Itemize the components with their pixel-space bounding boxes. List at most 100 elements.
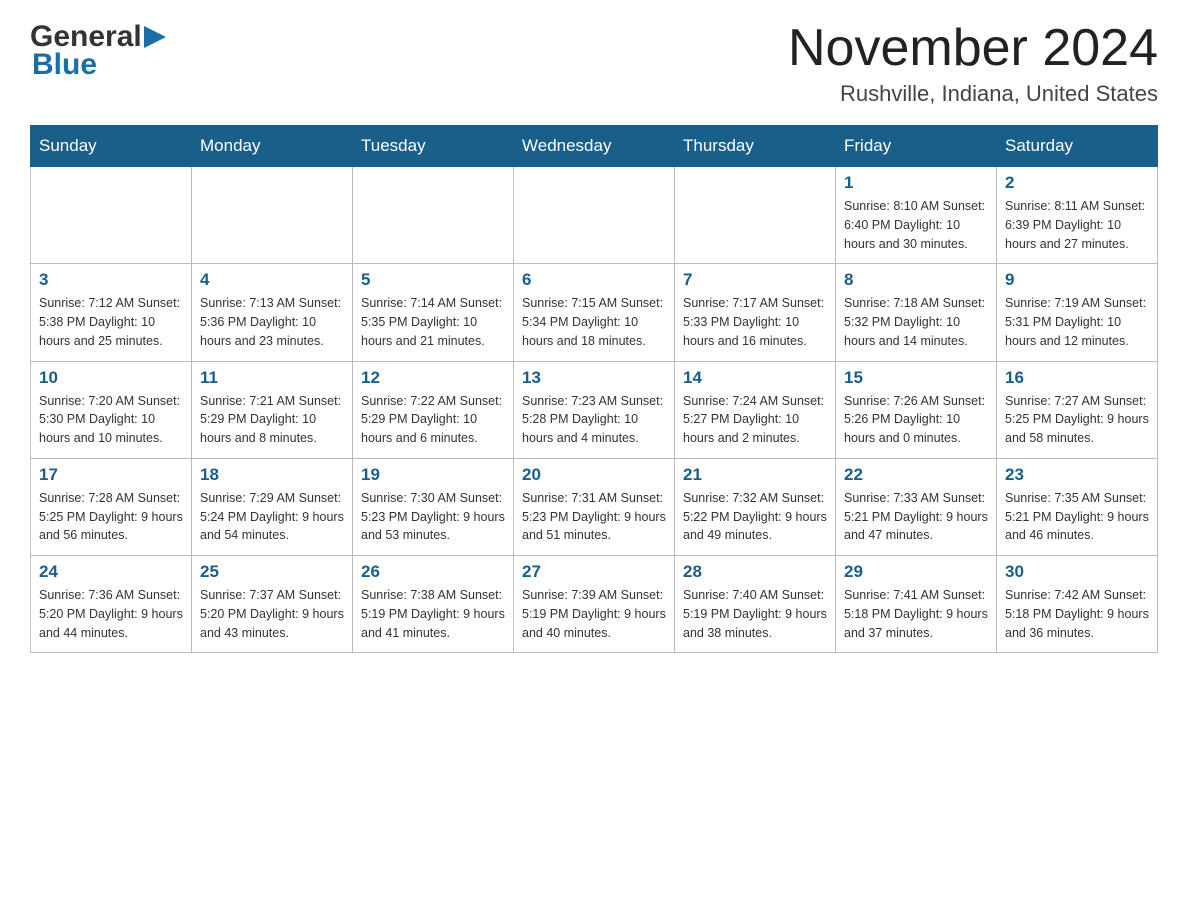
- calendar-cell: 5 Sunrise: 7:14 AM Sunset: 5:35 PM Daylig…: [353, 264, 514, 361]
- calendar-cell: 29 Sunrise: 7:41 AM Sunset: 5:18 PM Dayli…: [836, 556, 997, 653]
- day-number: 12: [361, 368, 505, 388]
- day-info: Sunrise: 8:10 AM Sunset: 6:40 PM Dayligh…: [844, 197, 988, 253]
- day-info: Sunrise: 7:31 AM Sunset: 5:23 PM Dayligh…: [522, 489, 666, 545]
- day-number: 1: [844, 173, 988, 193]
- day-number: 6: [522, 270, 666, 290]
- day-number: 4: [200, 270, 344, 290]
- week-row-1: 1 Sunrise: 8:10 AM Sunset: 6:40 PM Daylig…: [31, 167, 1158, 264]
- calendar-cell: [192, 167, 353, 264]
- day-number: 28: [683, 562, 827, 582]
- col-saturday: Saturday: [997, 126, 1158, 167]
- calendar-cell: 17 Sunrise: 7:28 AM Sunset: 5:25 PM Dayli…: [31, 458, 192, 555]
- day-info: Sunrise: 7:20 AM Sunset: 5:30 PM Dayligh…: [39, 392, 183, 448]
- calendar-cell: 10 Sunrise: 7:20 AM Sunset: 5:30 PM Dayli…: [31, 361, 192, 458]
- calendar-cell: 22 Sunrise: 7:33 AM Sunset: 5:21 PM Dayli…: [836, 458, 997, 555]
- calendar-cell: 27Sunrise: 7:39 AM Sunset: 5:19 PM Dayli…: [514, 556, 675, 653]
- day-number: 19: [361, 465, 505, 485]
- col-friday: Friday: [836, 126, 997, 167]
- week-row-4: 17 Sunrise: 7:28 AM Sunset: 5:25 PM Dayli…: [31, 458, 1158, 555]
- calendar-cell: 7 Sunrise: 7:17 AM Sunset: 5:33 PM Daylig…: [675, 264, 836, 361]
- month-title: November 2024: [788, 20, 1158, 77]
- day-info: Sunrise: 7:39 AM Sunset: 5:19 PM Dayligh…: [522, 586, 666, 642]
- day-info: Sunrise: 7:28 AM Sunset: 5:25 PM Dayligh…: [39, 489, 183, 545]
- calendar-cell: 28 Sunrise: 7:40 AM Sunset: 5:19 PM Dayli…: [675, 556, 836, 653]
- day-number: 16: [1005, 368, 1149, 388]
- day-number: 18: [200, 465, 344, 485]
- calendar-cell: 15Sunrise: 7:26 AM Sunset: 5:26 PM Dayli…: [836, 361, 997, 458]
- calendar-cell: 25 Sunrise: 7:37 AM Sunset: 5:20 PM Dayli…: [192, 556, 353, 653]
- day-number: 5: [361, 270, 505, 290]
- col-thursday: Thursday: [675, 126, 836, 167]
- day-info: Sunrise: 7:32 AM Sunset: 5:22 PM Dayligh…: [683, 489, 827, 545]
- calendar-cell: 21Sunrise: 7:32 AM Sunset: 5:22 PM Dayli…: [675, 458, 836, 555]
- day-number: 25: [200, 562, 344, 582]
- day-info: Sunrise: 7:33 AM Sunset: 5:21 PM Dayligh…: [844, 489, 988, 545]
- calendar-cell: [31, 167, 192, 264]
- calendar-cell: [353, 167, 514, 264]
- day-info: Sunrise: 7:19 AM Sunset: 5:31 PM Dayligh…: [1005, 294, 1149, 350]
- day-number: 24: [39, 562, 183, 582]
- day-info: Sunrise: 7:41 AM Sunset: 5:18 PM Dayligh…: [844, 586, 988, 642]
- calendar-cell: [514, 167, 675, 264]
- calendar-cell: 30 Sunrise: 7:42 AM Sunset: 5:18 PM Dayli…: [997, 556, 1158, 653]
- page-header: General Blue November 2024 Rushville, In…: [30, 20, 1158, 107]
- calendar-cell: 1 Sunrise: 8:10 AM Sunset: 6:40 PM Daylig…: [836, 167, 997, 264]
- day-info: Sunrise: 7:23 AM Sunset: 5:28 PM Dayligh…: [522, 392, 666, 448]
- day-number: 9: [1005, 270, 1149, 290]
- week-row-2: 3 Sunrise: 7:12 AM Sunset: 5:38 PM Daylig…: [31, 264, 1158, 361]
- day-number: 29: [844, 562, 988, 582]
- calendar-cell: 14 Sunrise: 7:24 AM Sunset: 5:27 PM Dayli…: [675, 361, 836, 458]
- day-number: 3: [39, 270, 183, 290]
- day-info: Sunrise: 7:24 AM Sunset: 5:27 PM Dayligh…: [683, 392, 827, 448]
- calendar-cell: 18 Sunrise: 7:29 AM Sunset: 5:24 PM Dayli…: [192, 458, 353, 555]
- calendar-cell: 2 Sunrise: 8:11 AM Sunset: 6:39 PM Daylig…: [997, 167, 1158, 264]
- logo: General Blue: [30, 20, 168, 82]
- col-monday: Monday: [192, 126, 353, 167]
- week-row-3: 10 Sunrise: 7:20 AM Sunset: 5:30 PM Dayli…: [31, 361, 1158, 458]
- calendar-cell: 9 Sunrise: 7:19 AM Sunset: 5:31 PM Daylig…: [997, 264, 1158, 361]
- logo-arrow-icon: [144, 26, 166, 48]
- day-info: Sunrise: 7:18 AM Sunset: 5:32 PM Dayligh…: [844, 294, 988, 350]
- day-info: Sunrise: 7:42 AM Sunset: 5:18 PM Dayligh…: [1005, 586, 1149, 642]
- day-number: 26: [361, 562, 505, 582]
- calendar-cell: 16 Sunrise: 7:27 AM Sunset: 5:25 PM Dayli…: [997, 361, 1158, 458]
- day-number: 10: [39, 368, 183, 388]
- day-info: Sunrise: 7:38 AM Sunset: 5:19 PM Dayligh…: [361, 586, 505, 642]
- title-area: November 2024 Rushville, Indiana, United…: [788, 20, 1158, 107]
- calendar-cell: 13Sunrise: 7:23 AM Sunset: 5:28 PM Dayli…: [514, 361, 675, 458]
- calendar-cell: [675, 167, 836, 264]
- day-number: 22: [844, 465, 988, 485]
- day-number: 11: [200, 368, 344, 388]
- day-info: Sunrise: 7:14 AM Sunset: 5:35 PM Dayligh…: [361, 294, 505, 350]
- day-info: Sunrise: 7:37 AM Sunset: 5:20 PM Dayligh…: [200, 586, 344, 642]
- day-info: Sunrise: 7:21 AM Sunset: 5:29 PM Dayligh…: [200, 392, 344, 448]
- days-of-week-row: Sunday Monday Tuesday Wednesday Thursday…: [31, 126, 1158, 167]
- day-number: 2: [1005, 173, 1149, 193]
- calendar-cell: 11 Sunrise: 7:21 AM Sunset: 5:29 PM Dayli…: [192, 361, 353, 458]
- location-subtitle: Rushville, Indiana, United States: [788, 81, 1158, 107]
- day-info: Sunrise: 7:29 AM Sunset: 5:24 PM Dayligh…: [200, 489, 344, 545]
- calendar-cell: 3 Sunrise: 7:12 AM Sunset: 5:38 PM Daylig…: [31, 264, 192, 361]
- calendar-cell: 23Sunrise: 7:35 AM Sunset: 5:21 PM Dayli…: [997, 458, 1158, 555]
- day-info: Sunrise: 7:17 AM Sunset: 5:33 PM Dayligh…: [683, 294, 827, 350]
- day-info: Sunrise: 7:12 AM Sunset: 5:38 PM Dayligh…: [39, 294, 183, 350]
- day-info: Sunrise: 7:40 AM Sunset: 5:19 PM Dayligh…: [683, 586, 827, 642]
- day-info: Sunrise: 7:13 AM Sunset: 5:36 PM Dayligh…: [200, 294, 344, 350]
- day-info: Sunrise: 7:22 AM Sunset: 5:29 PM Dayligh…: [361, 392, 505, 448]
- day-number: 30: [1005, 562, 1149, 582]
- day-info: Sunrise: 8:11 AM Sunset: 6:39 PM Dayligh…: [1005, 197, 1149, 253]
- day-number: 17: [39, 465, 183, 485]
- calendar-cell: 20 Sunrise: 7:31 AM Sunset: 5:23 PM Dayli…: [514, 458, 675, 555]
- calendar-cell: 8Sunrise: 7:18 AM Sunset: 5:32 PM Daylig…: [836, 264, 997, 361]
- day-number: 23: [1005, 465, 1149, 485]
- day-info: Sunrise: 7:27 AM Sunset: 5:25 PM Dayligh…: [1005, 392, 1149, 448]
- calendar-cell: 26 Sunrise: 7:38 AM Sunset: 5:19 PM Dayli…: [353, 556, 514, 653]
- day-info: Sunrise: 7:36 AM Sunset: 5:20 PM Dayligh…: [39, 586, 183, 642]
- day-number: 14: [683, 368, 827, 388]
- day-info: Sunrise: 7:30 AM Sunset: 5:23 PM Dayligh…: [361, 489, 505, 545]
- day-number: 7: [683, 270, 827, 290]
- week-row-5: 24 Sunrise: 7:36 AM Sunset: 5:20 PM Dayli…: [31, 556, 1158, 653]
- logo-blue-text: Blue: [32, 48, 97, 81]
- calendar-cell: 24 Sunrise: 7:36 AM Sunset: 5:20 PM Dayli…: [31, 556, 192, 653]
- day-number: 20: [522, 465, 666, 485]
